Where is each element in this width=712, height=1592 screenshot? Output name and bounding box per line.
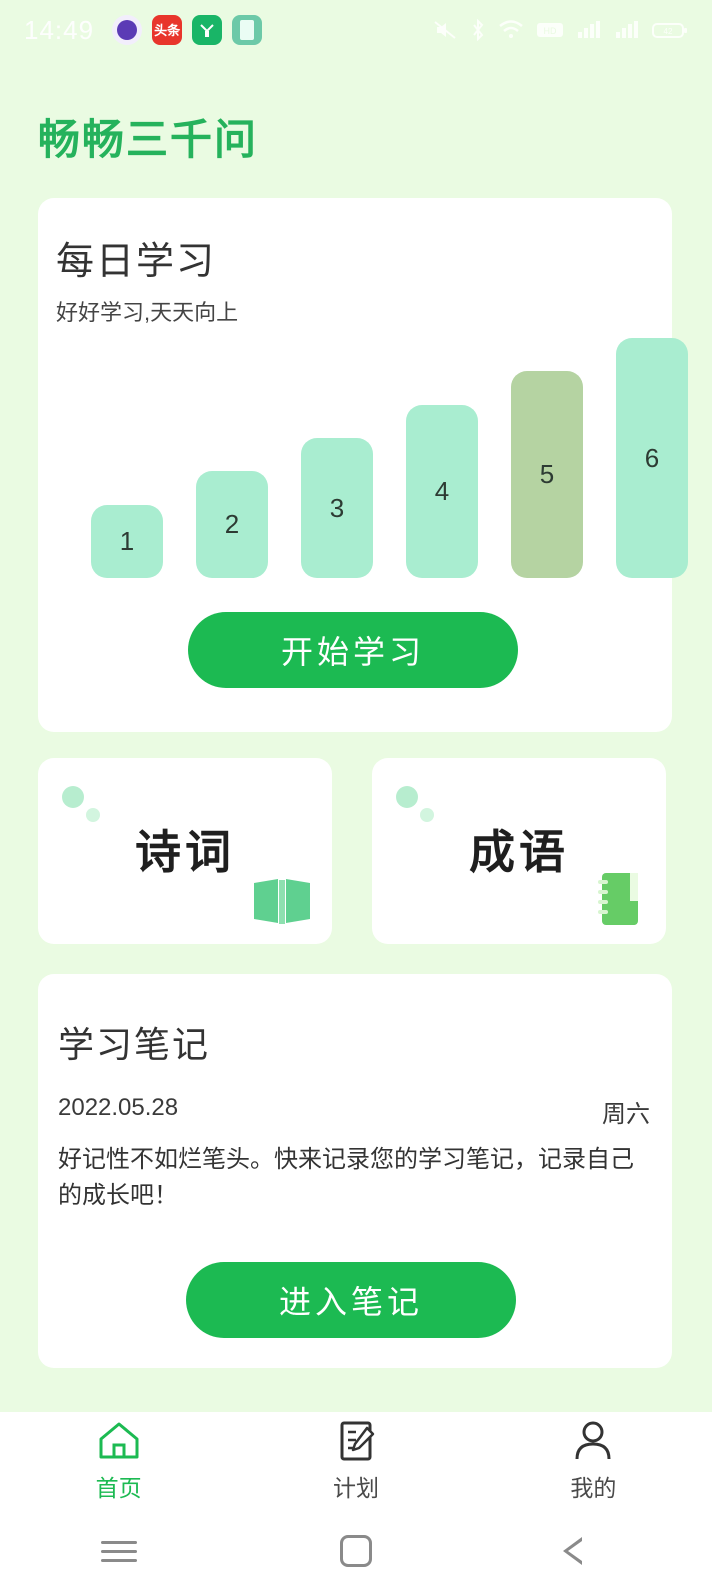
notification-app-toutiao-icon: 头条 — [152, 15, 183, 45]
triangle-left-icon — [563, 1534, 604, 1568]
study-notes-description: 好记性不如烂笔头。快来记录您的学习笔记，记录自己的成长吧！ — [58, 1146, 634, 1209]
enter-notes-button[interactable]: 进入笔记 — [186, 1262, 516, 1338]
study-notes-title: 学习笔记 — [58, 1024, 211, 1065]
notification-app-shopping-icon — [192, 15, 223, 45]
chart-bar-label: 6 — [644, 442, 660, 473]
daily-study-title: 每日学习 — [56, 241, 217, 283]
chart-bar: 6 — [616, 338, 688, 578]
daily-study-card: 每日学习 好好学习,天天向上 1 2 3 4 5 6 开始学习 — [38, 198, 688, 732]
vibrate-icon — [434, 21, 456, 39]
daily-study-subtitle: 好好学习,天天向上 — [56, 300, 239, 325]
bottom-tab-bar: 首页 计划 我的 — [0, 1412, 712, 1510]
study-progress-bar-chart: 1 2 3 4 5 6 — [52, 338, 688, 578]
app-screen: 14:49 头条 HD 42 畅畅三千问 每日学习 好好学习,天天向上 1 2 … — [0, 0, 712, 1592]
decorative-dot-large — [62, 786, 84, 808]
study-notes-weekday: 周六 — [602, 1101, 650, 1128]
chart-bar: 5 — [511, 371, 583, 578]
note-pencil-icon — [334, 1419, 378, 1463]
signal-two-icon — [616, 21, 638, 38]
home-button[interactable] — [237, 1535, 474, 1567]
chart-bar: 1 — [91, 505, 163, 578]
start-study-button[interactable]: 开始学习 — [188, 612, 518, 688]
bluetooth-icon — [473, 19, 484, 41]
chart-bar-label: 1 — [119, 526, 135, 556]
tab-profile[interactable]: 我的 — [475, 1419, 712, 1503]
home-icon — [96, 1419, 142, 1463]
category-title-poetry: 诗词 — [135, 826, 235, 878]
open-book-icon — [250, 875, 314, 932]
svg-text:42: 42 — [664, 27, 673, 36]
svg-text:HD: HD — [544, 26, 557, 36]
notification-app-book-icon — [232, 15, 263, 45]
back-button[interactable] — [475, 1534, 712, 1568]
hd-icon: HD — [537, 23, 563, 37]
status-system-icons: HD 42 — [432, 19, 688, 41]
person-icon — [571, 1419, 615, 1463]
notification-app-purple-icon — [112, 15, 143, 45]
tab-label-profile: 我的 — [570, 1475, 617, 1501]
tab-label-home: 首页 — [95, 1475, 142, 1501]
status-app-icons: 头条 — [112, 15, 263, 45]
decorative-dot-large — [396, 786, 418, 808]
recents-button[interactable] — [0, 1535, 237, 1568]
chart-bar: 2 — [196, 471, 268, 578]
signal-one-icon — [578, 21, 600, 38]
chart-bar-label: 2 — [224, 509, 240, 539]
status-bar: 14:49 头条 HD 42 — [0, 0, 712, 60]
chart-bar: 3 — [301, 438, 373, 578]
chart-bar-label: 4 — [434, 476, 450, 506]
battery-icon: 42 — [652, 23, 687, 38]
tab-label-plan: 计划 — [332, 1475, 379, 1501]
android-navigation-bar — [0, 1510, 712, 1592]
status-time: 14:49 — [24, 14, 95, 45]
chart-bar: 4 — [406, 405, 478, 578]
wifi-icon — [499, 20, 523, 38]
category-card-poetry[interactable]: 诗词 — [38, 758, 332, 944]
notebook-icon — [592, 871, 648, 932]
category-card-idiom[interactable]: 成语 — [372, 758, 666, 944]
chart-bar-label: 5 — [539, 459, 555, 489]
tab-plan[interactable]: 计划 — [237, 1419, 474, 1503]
study-notes-date: 2022.05.28 — [58, 1094, 179, 1121]
chart-bar-label: 3 — [329, 492, 345, 523]
page-title: 畅畅三千问 — [38, 116, 259, 163]
study-notes-card: 学习笔记 2022.05.28 周六 好记性不如烂笔头。快来记录您的学习笔记，记… — [38, 974, 672, 1368]
tab-home[interactable]: 首页 — [0, 1419, 237, 1503]
hamburger-icon — [100, 1535, 137, 1568]
square-icon — [339, 1535, 372, 1567]
